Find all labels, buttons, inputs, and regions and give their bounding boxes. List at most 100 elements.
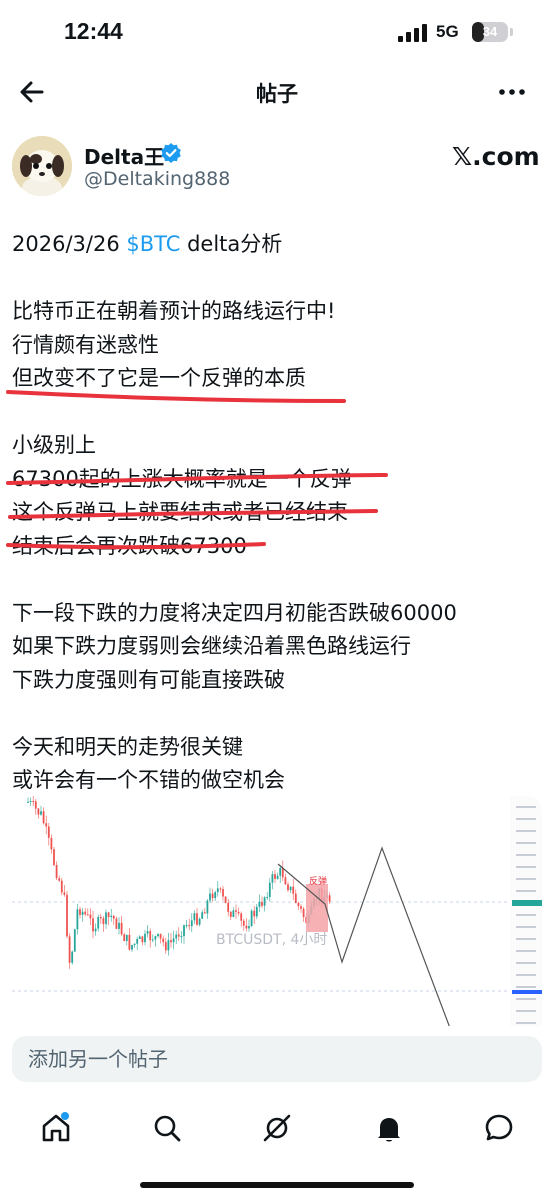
chart-image[interactable]: 反弹 BTCUSDT, 4小时 — [12, 796, 542, 1028]
candle-body — [149, 931, 152, 941]
candle-body — [37, 808, 40, 815]
post-text-line: 比特币正在朝着预计的路线运行中! — [12, 299, 336, 323]
price-axis-tick — [516, 974, 536, 976]
price-axis-tick — [516, 878, 536, 880]
verified-badge-icon — [161, 143, 181, 163]
candle-body — [292, 886, 295, 894]
price-tag-blue — [512, 990, 542, 994]
candle-body — [86, 914, 89, 916]
price-axis-tick — [516, 866, 536, 868]
candle-body — [97, 917, 100, 929]
price-axis-tick — [516, 998, 536, 1000]
rebound-label: 反弹 — [309, 875, 327, 887]
candle-body — [276, 875, 279, 879]
candle-body — [40, 811, 42, 815]
dog-avatar-icon — [12, 136, 72, 196]
price-axis-tick — [516, 986, 536, 988]
cashtag-link[interactable]: $BTC — [126, 232, 180, 256]
candle-body — [157, 933, 159, 937]
reply-bar — [0, 1026, 554, 1096]
candle-body — [180, 936, 183, 938]
candle-body — [274, 874, 276, 879]
post-topic: delta分析 — [187, 232, 283, 256]
tab-home[interactable] — [34, 1106, 78, 1150]
nav-bar: 帖子 — [0, 66, 554, 118]
candle-body — [32, 801, 35, 803]
tab-search[interactable] — [145, 1106, 189, 1150]
candle-body — [55, 865, 58, 879]
candle-body — [118, 922, 120, 929]
candle-body — [258, 901, 261, 907]
post-text-line: 下跌力度强则有可能直接跌破 — [12, 667, 285, 692]
candle-body — [133, 943, 136, 946]
more-options-button[interactable] — [494, 74, 530, 110]
notification-dot — [61, 1112, 69, 1120]
tab-grok[interactable] — [255, 1106, 299, 1150]
candle-body — [198, 918, 201, 925]
candle-body — [167, 940, 170, 951]
candle-body — [255, 906, 258, 917]
author-name[interactable]: Delta王 — [84, 141, 164, 170]
post-text-line: 这个反弹马上就要结束或者已经结束 — [12, 500, 348, 524]
search-icon — [154, 1115, 181, 1142]
candle-body — [136, 938, 139, 944]
post-header-line: 2026/3/26 $BTC delta分析 — [12, 228, 548, 262]
candle-body — [125, 934, 128, 941]
candle-body — [81, 911, 84, 915]
candle-body — [206, 900, 209, 914]
candle-body — [146, 931, 149, 934]
status-time: 12:44 — [64, 18, 123, 44]
candle-body — [73, 929, 76, 952]
price-axis-tick — [516, 1022, 536, 1024]
candle-body — [154, 936, 157, 940]
candle-body — [240, 913, 243, 921]
battery-icon: 34 — [472, 22, 508, 42]
candle-body — [261, 901, 263, 906]
candle-body — [84, 911, 87, 915]
candle-body — [227, 902, 230, 912]
candle-body — [300, 906, 302, 909]
post-date: 2026/3/26 — [12, 232, 120, 256]
candle-body — [222, 888, 224, 897]
tab-messages[interactable] — [477, 1106, 521, 1150]
price-axis-tick — [516, 1010, 536, 1012]
price-axis-tick — [516, 914, 536, 916]
reply-input[interactable] — [12, 1036, 542, 1082]
candle-body — [279, 867, 282, 876]
post-lines: 比特币正在朝着预计的路线运行中! 行情颇有迷惑性 但改变不了它是一个反弹的本质 小级别… — [12, 295, 548, 798]
candle-body — [34, 801, 37, 809]
candle-body — [105, 912, 107, 925]
post-text-line: 或许会有一个不错的做空机会 — [12, 768, 285, 792]
candle-body — [242, 920, 245, 926]
battery-level: 34 — [482, 24, 498, 39]
candle-body — [185, 925, 188, 927]
tab-notifications[interactable] — [367, 1106, 411, 1150]
candle-body — [203, 912, 206, 914]
grok-icon — [263, 1114, 291, 1142]
candle-body — [188, 925, 191, 927]
candle-body — [190, 920, 193, 927]
post-author: Delta王 @Deltaking888 𝕏.com — [12, 136, 542, 196]
candle-body — [76, 909, 79, 930]
price-axis-tick — [516, 830, 536, 832]
candle-body — [284, 877, 287, 885]
chart-watermark: BTCUSDT, 4小时 — [216, 932, 327, 948]
price-axis-tick — [516, 854, 536, 856]
page-title: 帖子 — [256, 82, 298, 106]
network-type: 5G — [436, 22, 459, 41]
x-logo: 𝕏.com — [452, 142, 540, 171]
candle-body — [99, 917, 102, 919]
avatar[interactable] — [12, 136, 72, 196]
candle-body — [175, 934, 178, 939]
candle-body — [302, 908, 305, 918]
home-icon — [42, 1112, 70, 1142]
post-text-line: 结束后会再次跌破67300 — [12, 533, 247, 558]
price-axis-tick — [516, 890, 536, 892]
author-handle[interactable]: @Deltaking888 — [84, 168, 230, 190]
candle-body — [287, 884, 289, 891]
candle-body — [170, 940, 172, 943]
candle-body — [94, 928, 97, 932]
price-axis-tick — [516, 926, 536, 928]
